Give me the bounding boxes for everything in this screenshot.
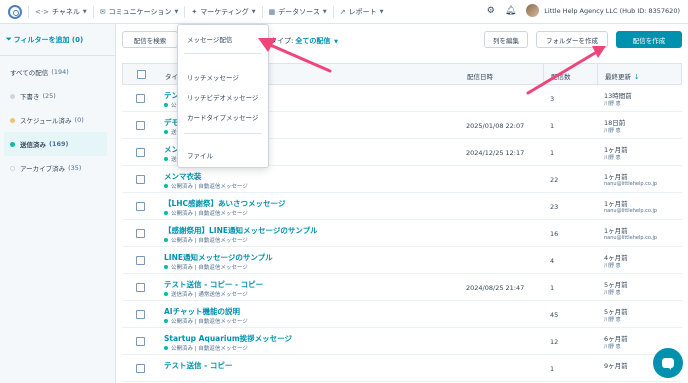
chat-launcher-button[interactable]: [653, 348, 683, 378]
annotation-arrows: [258, 38, 606, 95]
arrow-to-message-menu: [258, 38, 332, 73]
chat-icon: [662, 358, 674, 370]
arrow-to-create-button: [526, 46, 606, 95]
